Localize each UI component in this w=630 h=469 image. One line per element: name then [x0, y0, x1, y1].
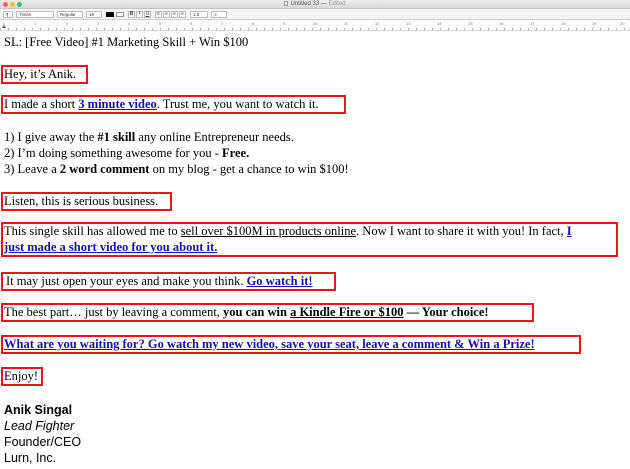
ruler-mark: 5: [159, 21, 162, 26]
watch-link[interactable]: Go watch it!: [247, 274, 313, 288]
paragraph-prize: The best part… just by leaving a comment…: [4, 305, 489, 320]
text: any online Entrepreneur needs.: [135, 130, 294, 144]
paragraph-style-dropdown[interactable]: ¶: [3, 11, 13, 18]
ruler-mark: 0: [3, 21, 6, 26]
format-toolbar: ¶ Times Regular 18 B I U ≡ ≡ ≡ ≡ 1.0 ≡: [0, 9, 630, 20]
text: It may just open your eyes and make you …: [6, 274, 247, 288]
bold-button[interactable]: B: [128, 11, 135, 18]
ruler-mark: 15: [468, 21, 473, 26]
ruler-mark: 16: [499, 21, 504, 26]
bold-text: 2 word comment: [59, 162, 150, 176]
ruler-mark: 19: [592, 21, 597, 26]
text: I made a short: [4, 97, 79, 111]
text: . Now I want to share it with you! In fa…: [356, 224, 567, 238]
signature-company: Lurn, Inc.: [4, 451, 57, 465]
ruler-mark: 17: [530, 21, 535, 26]
text: 3) Leave a: [4, 162, 60, 176]
ruler-mark: 9: [283, 21, 286, 26]
paragraph-skill-continued: just made a short video for you about it…: [4, 240, 217, 255]
edited-status: Edited: [328, 1, 346, 7]
typeface-dropdown[interactable]: Regular: [57, 11, 83, 18]
align-left-icon[interactable]: ≡: [155, 11, 162, 18]
paragraph-enjoy: Enjoy!: [4, 369, 39, 383]
bold-text: Free.: [222, 146, 250, 160]
window-title: Untitled 33 — Edited: [0, 0, 630, 9]
text: This single skill has allowed me to: [4, 224, 181, 238]
text: 1) I give away the: [4, 130, 98, 144]
align-right-icon[interactable]: ≡: [171, 11, 178, 18]
list-item: 2) I’m doing something awesome for you -…: [4, 146, 249, 161]
paragraph-video: I made a short 3 minute video. Trust me,…: [4, 97, 319, 112]
ruler-mark: 12: [375, 21, 380, 26]
align-center-icon[interactable]: ≡: [163, 11, 170, 18]
document-body[interactable]: SL: [Free Video] #1 Marketing Skill + Wi…: [0, 32, 630, 469]
italic-button[interactable]: I: [136, 11, 143, 18]
bold-text: #1 skill: [97, 130, 136, 144]
underlined-text: sell over $100M in products online: [180, 224, 357, 238]
bold-text: you can win: [223, 305, 291, 319]
subject-line: SL: [Free Video] #1 Marketing Skill + Wi…: [4, 35, 249, 49]
ruler-mark: 2: [66, 21, 69, 26]
ruler-mark: 4: [128, 21, 131, 26]
greeting: Hey, it’s Anik.: [4, 67, 77, 81]
bold-text: — Your choice!: [403, 305, 489, 319]
list-style-dropdown[interactable]: ≡: [211, 11, 227, 18]
text: The best part… just by leaving a comment…: [4, 305, 224, 319]
ruler-mark: 8: [252, 21, 255, 26]
ruler-mark: 18: [561, 21, 566, 26]
ruler-mark: 7: [221, 21, 224, 26]
ruler-mark: 20: [620, 21, 625, 26]
ruler-mark: 10: [313, 21, 318, 26]
ruler-mark: 6: [190, 21, 193, 26]
bold-underlined-text: a Kindle Fire or $100: [290, 305, 404, 319]
font-family-dropdown[interactable]: Times: [16, 11, 54, 18]
highlight-color-swatch[interactable]: [116, 12, 124, 17]
ruler-mark: 1: [34, 21, 37, 26]
window-title-text: Untitled 33: [290, 1, 320, 7]
paragraph-skill: This single skill has allowed me to sell…: [4, 224, 572, 239]
text: on my blog - get a chance to win $100!: [149, 162, 349, 176]
align-justify-icon[interactable]: ≡: [179, 11, 186, 18]
line-spacing-dropdown[interactable]: 1.0: [190, 11, 208, 18]
video-link[interactable]: just made a short video for you about it…: [4, 240, 217, 254]
ruler-mark: 11: [344, 21, 349, 26]
video-link[interactable]: 3 minute video: [78, 97, 156, 111]
document-icon: [284, 1, 289, 6]
text: . Trust me, you want to watch it.: [156, 97, 319, 111]
ruler[interactable]: 0 1 2 3 4 5 6 7 8 9 10 11 12 13 14 15 16…: [0, 20, 630, 31]
underline-button[interactable]: U: [144, 11, 151, 18]
paragraph-serious: Listen, this is serious business.: [4, 194, 159, 208]
text-color-swatch[interactable]: [106, 12, 114, 17]
signature-name: Anik Singal: [4, 403, 73, 417]
title-bar: Untitled 33 — Edited: [0, 0, 630, 9]
font-size-field[interactable]: 18: [86, 11, 102, 18]
video-link[interactable]: I: [567, 224, 572, 238]
signature-role: Lead Fighter: [4, 419, 75, 433]
signature-title: Founder/CEO: [4, 435, 82, 449]
ruler-mark: 14: [437, 21, 442, 26]
call-to-action-link[interactable]: What are you waiting for? Go watch my ne…: [4, 337, 535, 352]
ruler-mark: 13: [406, 21, 411, 26]
paragraph-watch: It may just open your eyes and make you …: [6, 274, 313, 289]
ruler-mark: 3: [97, 21, 100, 26]
list-item: 1) I give away the #1 skill any online E…: [4, 130, 294, 145]
text: 2) I’m doing something awesome for you -: [4, 146, 223, 160]
list-item: 3) Leave a 2 word comment on my blog - g…: [4, 162, 349, 177]
